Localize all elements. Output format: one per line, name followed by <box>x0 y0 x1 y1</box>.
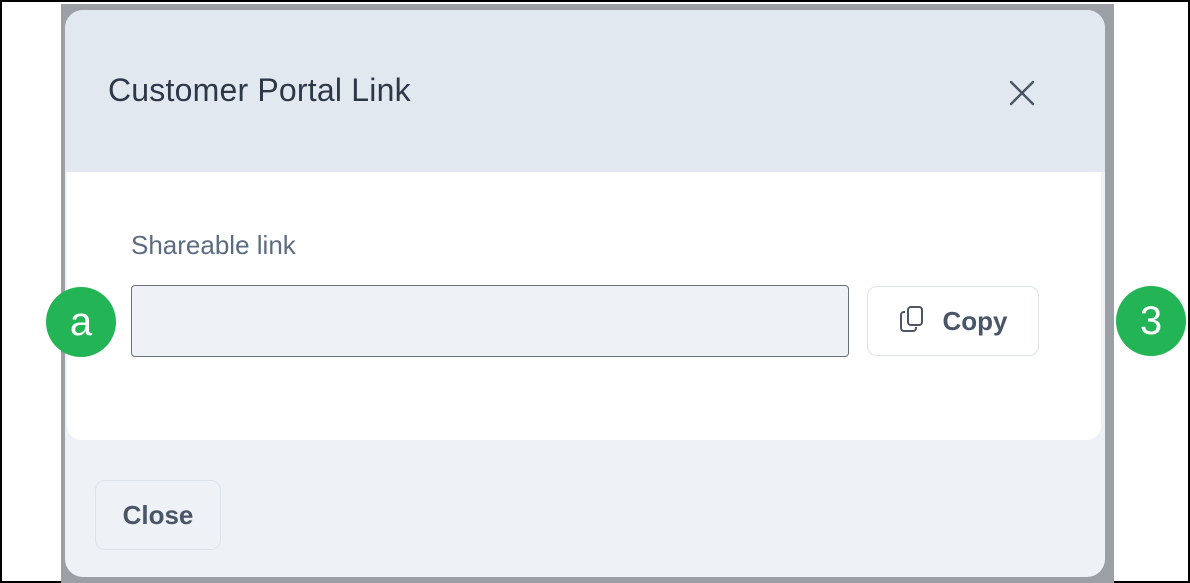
copy-button[interactable]: Copy <box>867 286 1039 356</box>
copy-button-label: Copy <box>942 305 1008 336</box>
customer-portal-link-dialog: Customer Portal Link Shareable link Copy <box>65 10 1105 577</box>
dialog-title: Customer Portal Link <box>108 72 411 108</box>
dialog-body: Shareable link Copy <box>67 172 1101 440</box>
marker-3: 3 <box>1116 286 1186 356</box>
shareable-link-label: Shareable link <box>131 230 296 260</box>
marker-a: a <box>46 287 116 357</box>
copy-icon <box>899 305 925 338</box>
close-x-icon[interactable] <box>1007 78 1037 108</box>
dialog-header: Customer Portal Link <box>65 10 1105 172</box>
shareable-link-input[interactable] <box>131 285 849 357</box>
screenshot-frame: Customer Portal Link Shareable link Copy <box>0 0 1190 583</box>
close-button[interactable]: Close <box>95 480 221 550</box>
